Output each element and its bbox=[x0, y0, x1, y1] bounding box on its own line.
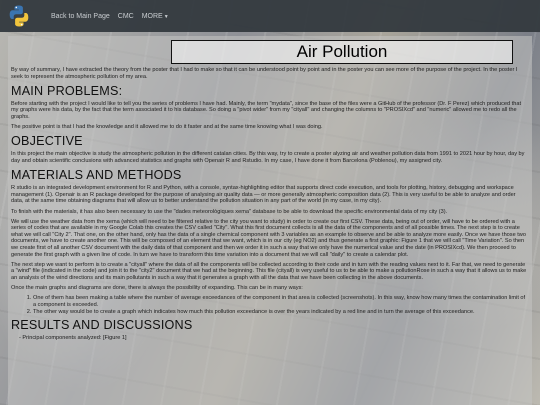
list-item: The other way would be to create a graph… bbox=[33, 309, 528, 316]
page-title-box: Air Pollution bbox=[171, 40, 513, 64]
materials-paragraph-3: We will use the weather data from the xe… bbox=[11, 218, 526, 258]
main-problems-paragraph-1: Before starting with the project I would… bbox=[11, 100, 522, 120]
nav-cmc[interactable]: CMC bbox=[118, 13, 134, 20]
main-problems-paragraph-2: The positive point is that I had the kno… bbox=[11, 124, 323, 131]
results-line: - Principal components analyzed: [Figure… bbox=[19, 335, 127, 342]
article-body: By way of summary, I have extracted the … bbox=[11, 67, 528, 342]
expansion-list: One of them has been making a table wher… bbox=[33, 295, 528, 315]
python-logo-icon[interactable] bbox=[7, 4, 31, 28]
main-problems-heading: MAIN PROBLEMS: bbox=[11, 83, 123, 98]
objective-heading: OBJECTIVE bbox=[11, 134, 83, 149]
list-item: One of them has been making a table wher… bbox=[33, 295, 528, 308]
materials-heading: MATERIALS AND METHODS bbox=[11, 168, 182, 183]
materials-paragraph-1: R studio is an integrated development en… bbox=[11, 185, 516, 205]
caret-down-icon: ▼ bbox=[163, 13, 169, 20]
materials-paragraph-2: To finish with the materials, it has als… bbox=[11, 208, 448, 215]
objective-paragraph: In this project the main objective is st… bbox=[11, 151, 525, 164]
nav-more-label: MORE bbox=[141, 12, 163, 20]
main-content: Air Pollution By way of summary, I have … bbox=[8, 36, 532, 405]
nav-more-dropdown[interactable]: MORE▼ bbox=[142, 13, 169, 20]
materials-paragraph-4: The next step we want to perform is to c… bbox=[11, 261, 527, 282]
results-heading: RESULTS AND DISCUSSIONS bbox=[11, 318, 193, 333]
navbar: Back to Main Page CMC MORE▼ bbox=[0, 0, 540, 32]
nav-back-to-main-page[interactable]: Back to Main Page bbox=[51, 13, 110, 20]
page-title: Air Pollution bbox=[296, 42, 388, 61]
intro-paragraph: By way of summary, I have extracted the … bbox=[11, 67, 518, 80]
materials-paragraph-5: Once the main graphs and diagrams are do… bbox=[11, 285, 303, 292]
